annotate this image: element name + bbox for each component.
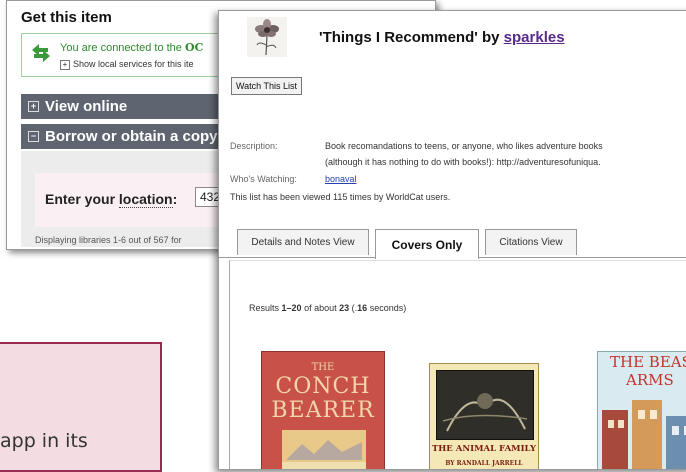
description-line1: Book recomandations to teens, or anyone,… bbox=[325, 141, 603, 151]
results-seconds: 16 bbox=[357, 303, 368, 313]
callout-text: app in its bbox=[0, 430, 88, 452]
results-prefix: Results bbox=[249, 303, 280, 313]
results-summary: Results 1–20 of about 23 (.16 seconds) bbox=[249, 303, 406, 313]
tab-citations[interactable]: Citations View bbox=[485, 229, 577, 255]
results-range: 1–20 bbox=[281, 303, 302, 313]
tab-covers-only[interactable]: Covers Only bbox=[375, 229, 479, 259]
cover-title-line: BY RANDALL JARRELL bbox=[445, 460, 523, 467]
book-cover-beast-arms[interactable]: THE BEAST ARMS bbox=[597, 351, 686, 469]
borrow-label: Borrow or obtain a copy bbox=[45, 128, 218, 145]
show-local-services-label: Show local services for this ite bbox=[73, 59, 194, 69]
book-cover-conch-bearer[interactable]: THE CONCH BEARER bbox=[261, 351, 385, 469]
cover-illustration bbox=[602, 400, 686, 469]
view-online-label: View online bbox=[45, 98, 128, 115]
results-middle: of about bbox=[304, 303, 337, 313]
cover-title-line: BEARER bbox=[271, 398, 375, 423]
connected-text: You are connected to the OC bbox=[60, 41, 203, 54]
results-total: 23 bbox=[339, 303, 350, 313]
cover-title-line: ARMS bbox=[626, 371, 674, 389]
list-title-prefix: 'Things I Recommend' by bbox=[319, 29, 500, 46]
list-window: 'Things I Recommend' by sparkles Watch T… bbox=[218, 10, 686, 470]
description-label: Description: bbox=[230, 141, 278, 151]
views-count-text: This list has been viewed 115 times by W… bbox=[230, 192, 451, 202]
cover-illustration bbox=[436, 370, 534, 440]
swap-arrows-icon bbox=[32, 44, 50, 62]
get-item-title: Get this item bbox=[21, 9, 112, 26]
slide-callout-box: app in its bbox=[0, 342, 162, 472]
cover-title-line: THE bbox=[311, 362, 335, 373]
location-label: Enter your location: bbox=[45, 191, 178, 208]
watching-label: Who's Watching: bbox=[230, 174, 297, 184]
connected-text-emph: OC bbox=[184, 41, 204, 54]
cover-title-line: CONCH bbox=[275, 374, 371, 399]
cover-title-line: THE ANIMAL FAMILY bbox=[431, 444, 537, 454]
location-label-word: location bbox=[118, 191, 173, 208]
view-tabs: Details and Notes View Covers Only Citat… bbox=[219, 227, 686, 259]
watcher-link[interactable]: bonaval bbox=[325, 174, 357, 184]
expand-icon: + bbox=[28, 101, 39, 112]
expand-icon: + bbox=[60, 59, 70, 70]
list-title: 'Things I Recommend' by sparkles bbox=[319, 29, 565, 46]
watch-list-button[interactable]: Watch This List bbox=[231, 77, 303, 95]
show-local-services-link[interactable]: + Show local services for this ite bbox=[60, 59, 194, 70]
location-label-suffix: : bbox=[172, 191, 178, 207]
cover-title-line: THE BEAST bbox=[610, 353, 686, 371]
list-owner-link[interactable]: sparkles bbox=[504, 29, 565, 46]
location-label-prefix: Enter your bbox=[45, 191, 116, 207]
collapse-icon: − bbox=[28, 131, 39, 142]
tab-details-notes[interactable]: Details and Notes View bbox=[237, 229, 369, 255]
connected-text-prefix: You are connected to the bbox=[60, 42, 182, 54]
book-cover-animal-family[interactable]: THE ANIMAL FAMILY BY RANDALL JARRELL bbox=[429, 363, 539, 469]
libraries-count-text: Displaying libraries 1-6 out of 567 for bbox=[35, 235, 182, 245]
cover-illustration bbox=[282, 430, 366, 469]
description-line2: (although it has nothing to do with book… bbox=[325, 157, 601, 167]
list-thumbnail-image bbox=[247, 17, 287, 57]
results-suffix: seconds) bbox=[369, 303, 407, 313]
